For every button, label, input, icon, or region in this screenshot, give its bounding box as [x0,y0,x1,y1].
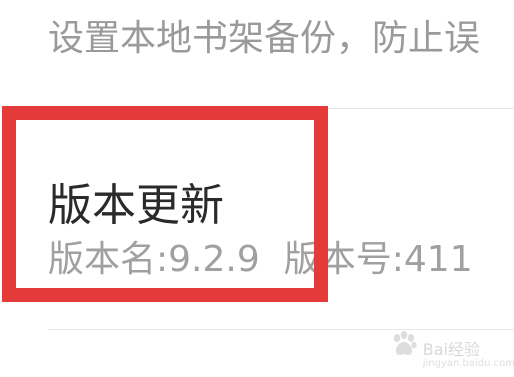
version-update-item[interactable]: 版本更新 版本名:9.2.9 版本号:411 [0,109,514,329]
version-name-value: 9.2.9 [168,239,260,280]
version-info: 版本名:9.2.9 版本号:411 [48,236,473,284]
watermark-brand: Bai经验 [422,340,480,359]
version-code-value: 411 [403,239,473,280]
backup-setting-description: 设置本地书架备份，防止误 [48,18,481,59]
version-update-title: 版本更新 [48,180,224,231]
version-code-label: 版本号: [283,239,404,280]
version-name-label: 版本名: [48,239,169,280]
baidu-jingyan-watermark: Bai经验 jingyan.baidu.com [389,329,514,369]
settings-screen: 设置本地书架备份，防止误 版本更新 版本名:9.2.9 版本号:411 Bai经验… [0,0,514,377]
watermark-url: jingyan.baidu.com [422,358,514,369]
paw-icon [393,331,417,355]
